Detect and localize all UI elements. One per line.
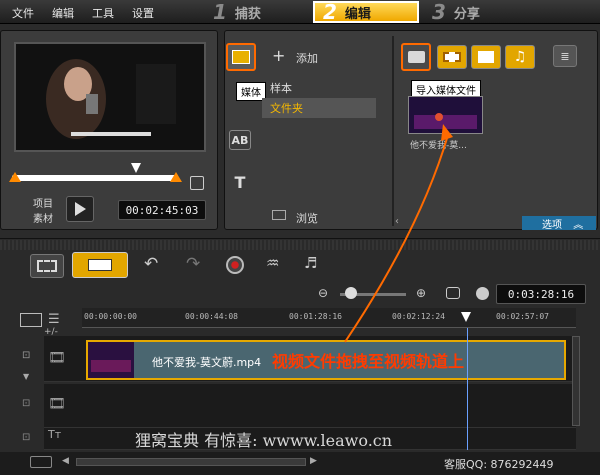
drag-arrow [344, 124, 453, 343]
